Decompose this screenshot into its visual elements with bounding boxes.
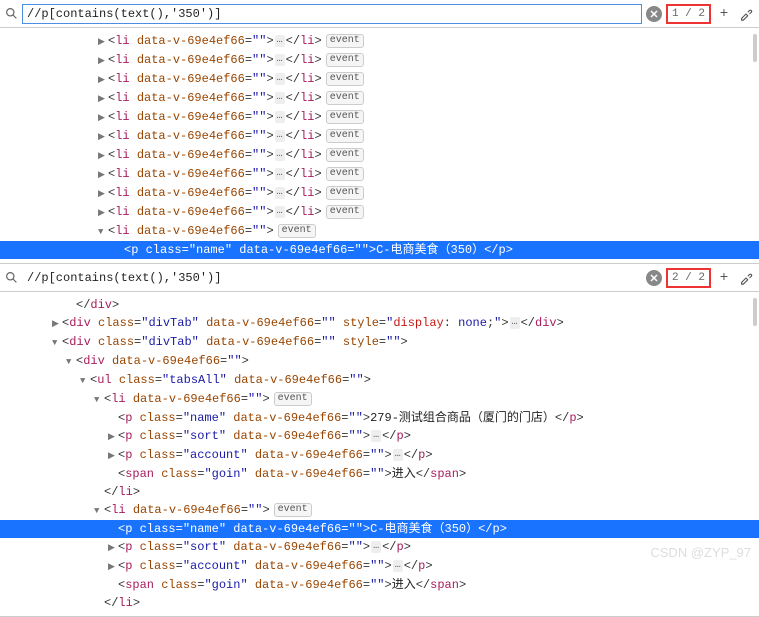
expand-arrow-icon[interactable] xyxy=(98,147,108,165)
expand-arrow-icon[interactable] xyxy=(108,447,118,465)
event-badge[interactable]: event xyxy=(326,167,364,181)
match-count: 1 / 2 xyxy=(666,4,711,24)
eyedropper-icon[interactable] xyxy=(737,5,755,23)
tree-row[interactable]: <div data-v-69e4ef66=""> xyxy=(0,352,759,371)
tree-row[interactable]: </li> xyxy=(0,594,759,612)
tree-row[interactable]: <div class="divTab" data-v-69e4ef66="" s… xyxy=(0,314,759,333)
tree-row[interactable]: <li data-v-69e4ef66="">…</li>event xyxy=(0,89,759,108)
event-badge[interactable]: event xyxy=(326,53,364,67)
tree-row[interactable]: <li data-v-69e4ef66="">…</li>event xyxy=(0,146,759,165)
expand-arrow-icon[interactable] xyxy=(94,502,104,520)
expand-arrow-icon[interactable] xyxy=(98,185,108,203)
ellipsis-icon[interactable]: … xyxy=(275,92,285,104)
expand-arrow-icon[interactable] xyxy=(98,71,108,89)
expand-arrow-icon[interactable] xyxy=(108,539,118,557)
clear-search-icon[interactable] xyxy=(646,270,662,286)
ellipsis-icon[interactable]: … xyxy=(275,35,285,47)
event-badge[interactable]: event xyxy=(326,91,364,105)
event-badge[interactable]: event xyxy=(278,224,316,238)
event-badge[interactable]: event xyxy=(274,503,312,517)
ellipsis-icon[interactable]: … xyxy=(371,430,381,442)
tree-row[interactable]: <p class="sort" data-v-69e4ef66="">…</p> xyxy=(0,538,759,557)
expand-arrow-icon[interactable] xyxy=(52,315,62,333)
tree-row[interactable]: <div class="divTab" data-v-69e4ef66="" s… xyxy=(0,333,759,352)
dom-tree[interactable]: </div><div class="divTab" data-v-69e4ef6… xyxy=(0,292,759,616)
ellipsis-icon[interactable]: … xyxy=(275,54,285,66)
tree-row[interactable]: <span class="goin" data-v-69e4ef66="">进入… xyxy=(0,465,759,483)
search-input[interactable] xyxy=(22,4,642,24)
tree-row[interactable]: <li data-v-69e4ef66="">event xyxy=(0,390,759,409)
expand-arrow-icon[interactable] xyxy=(98,52,108,70)
event-badge[interactable]: event xyxy=(326,72,364,86)
event-badge[interactable]: event xyxy=(326,186,364,200)
expand-arrow-icon[interactable] xyxy=(108,428,118,446)
expand-arrow-icon[interactable] xyxy=(66,353,76,371)
match-count: 2 / 2 xyxy=(666,268,711,288)
tree-row[interactable]: <li data-v-69e4ef66="">…</li>event xyxy=(0,108,759,127)
ellipsis-icon[interactable]: … xyxy=(275,206,285,218)
tree-row[interactable]: </li> xyxy=(0,483,759,501)
tree-row[interactable]: <p class="sort" data-v-69e4ef66="">…</p> xyxy=(0,427,759,446)
event-badge[interactable]: event xyxy=(326,129,364,143)
add-button[interactable]: + xyxy=(715,5,733,23)
event-badge[interactable]: event xyxy=(326,148,364,162)
expand-arrow-icon[interactable] xyxy=(98,128,108,146)
search-icon xyxy=(4,271,18,285)
expand-arrow-icon[interactable] xyxy=(98,166,108,184)
tree-row[interactable]: <p class="account" data-v-69e4ef66="">…<… xyxy=(0,557,759,576)
ellipsis-icon[interactable]: … xyxy=(393,449,403,461)
ellipsis-icon[interactable]: … xyxy=(275,130,285,142)
ellipsis-icon[interactable]: … xyxy=(371,541,381,553)
tree-row[interactable]: <li data-v-69e4ef66="">…</li>event xyxy=(0,184,759,203)
ellipsis-icon[interactable]: … xyxy=(275,73,285,85)
tree-row[interactable]: <li data-v-69e4ef66="">…</li>event xyxy=(0,165,759,184)
tree-row[interactable]: <span class="goin" data-v-69e4ef66="">进入… xyxy=(0,576,759,594)
expand-arrow-icon[interactable] xyxy=(108,558,118,576)
scrollbar-thumb[interactable] xyxy=(753,298,757,326)
search-bar: 2 / 2 + xyxy=(0,264,759,292)
add-button[interactable]: + xyxy=(715,269,733,287)
tree-row[interactable]: <p class="account" data-v-69e4ef66="">…<… xyxy=(0,446,759,465)
expand-arrow-icon[interactable] xyxy=(98,33,108,51)
tree-row[interactable]: <li data-v-69e4ef66="">event xyxy=(0,222,759,241)
ellipsis-icon[interactable]: … xyxy=(275,149,285,161)
expand-arrow-icon[interactable] xyxy=(98,109,108,127)
dom-tree[interactable]: <li data-v-69e4ef66="">…</li>event<li da… xyxy=(0,28,759,263)
event-badge[interactable]: event xyxy=(326,110,364,124)
event-badge[interactable]: event xyxy=(274,392,312,406)
ellipsis-icon[interactable]: … xyxy=(275,187,285,199)
event-badge[interactable]: event xyxy=(326,205,364,219)
tree-row[interactable]: <p class="name" data-v-69e4ef66="">C-电商美… xyxy=(0,241,759,259)
event-badge[interactable]: event xyxy=(326,34,364,48)
search-bar: 1 / 2 + xyxy=(0,0,759,28)
ellipsis-icon[interactable]: … xyxy=(275,111,285,123)
expand-arrow-icon[interactable] xyxy=(94,391,104,409)
ellipsis-icon[interactable]: … xyxy=(510,317,520,329)
expand-arrow-icon[interactable] xyxy=(80,372,90,390)
search-icon xyxy=(4,7,18,21)
tree-row[interactable]: </div> xyxy=(0,296,759,314)
expand-arrow-icon[interactable] xyxy=(98,204,108,222)
expand-arrow-icon[interactable] xyxy=(98,223,108,241)
eyedropper-icon[interactable] xyxy=(737,269,755,287)
expand-arrow-icon[interactable] xyxy=(98,90,108,108)
clear-search-icon[interactable] xyxy=(646,6,662,22)
tree-row[interactable]: <ul class="tabsAll" data-v-69e4ef66=""> xyxy=(0,371,759,390)
tree-row[interactable]: <li data-v-69e4ef66="">event xyxy=(0,501,759,520)
ellipsis-icon[interactable]: … xyxy=(393,560,403,572)
ellipsis-icon[interactable]: … xyxy=(275,168,285,180)
tree-row[interactable]: <li data-v-69e4ef66="">…</li>event xyxy=(0,51,759,70)
tree-row[interactable]: <li data-v-69e4ef66="">…</li>event xyxy=(0,70,759,89)
tree-row[interactable]: <p class="name" data-v-69e4ef66="">279-测… xyxy=(0,409,759,427)
devtools-panel-2: 2 / 2 + </div><div class="divTab" data-v… xyxy=(0,264,759,617)
expand-arrow-icon[interactable] xyxy=(52,334,62,352)
search-input[interactable] xyxy=(22,268,642,288)
tree-row[interactable]: <li data-v-69e4ef66="">…</li>event xyxy=(0,32,759,51)
tree-row[interactable]: <li data-v-69e4ef66="">…</li>event xyxy=(0,203,759,222)
tree-row[interactable]: <p class="name" data-v-69e4ef66="">C-电商美… xyxy=(0,520,759,538)
tree-row[interactable]: <li data-v-69e4ef66="">…</li>event xyxy=(0,127,759,146)
scrollbar-thumb[interactable] xyxy=(753,34,757,62)
devtools-panel-1: 1 / 2 + <li data-v-69e4ef66="">…</li>eve… xyxy=(0,0,759,264)
